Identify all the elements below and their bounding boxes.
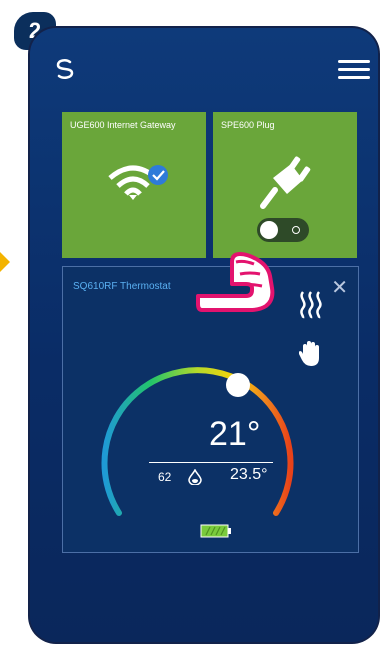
plug-toggle[interactable] bbox=[257, 218, 309, 242]
plug-icon bbox=[260, 156, 311, 209]
humidity-value: 62 bbox=[158, 470, 172, 484]
arrow-indicator-icon bbox=[0, 252, 10, 272]
phone-frame: UGE600 Internet Gateway SPE600 Plug SQ61… bbox=[30, 28, 378, 642]
pointing-hand-icon bbox=[196, 252, 275, 312]
humidity-drop-icon bbox=[188, 469, 202, 485]
setpoint-temperature: 23.5° bbox=[230, 466, 268, 483]
tile-label: SPE600 Plug bbox=[221, 120, 275, 130]
toggle-knob bbox=[260, 221, 278, 239]
toggle-off-indicator bbox=[292, 226, 300, 234]
wifi-check-icon bbox=[108, 165, 168, 200]
heating-icon bbox=[300, 291, 322, 319]
manual-mode-icon bbox=[299, 341, 319, 366]
divider bbox=[149, 462, 273, 463]
current-temperature: 21° bbox=[209, 415, 261, 453]
plug-tile[interactable]: SPE600 Plug bbox=[213, 112, 357, 258]
app-screen: UGE600 Internet Gateway SPE600 Plug SQ61… bbox=[30, 28, 378, 642]
menu-icon[interactable] bbox=[338, 60, 370, 80]
battery-icon bbox=[200, 524, 231, 538]
gateway-tile[interactable]: UGE600 Internet Gateway bbox=[62, 112, 206, 258]
tile-label: UGE600 Internet Gateway bbox=[70, 120, 176, 130]
salus-logo-icon bbox=[56, 59, 74, 79]
